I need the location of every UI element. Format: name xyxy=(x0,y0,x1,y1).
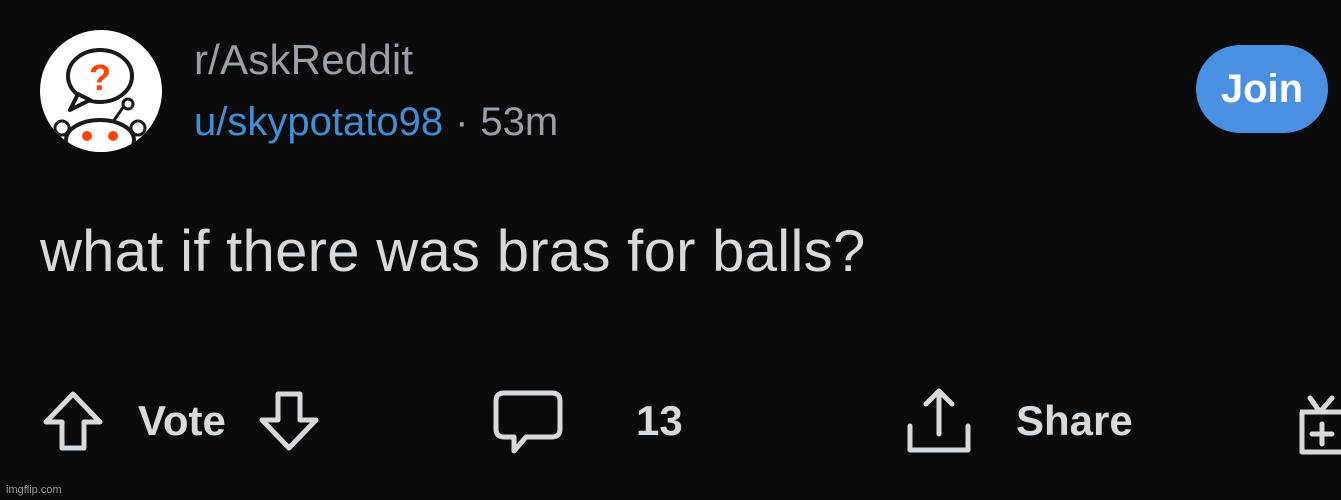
comment-count: 13 xyxy=(636,397,683,444)
share-label: Share xyxy=(1016,397,1133,444)
post-meta: u/skypotato98 · 53m xyxy=(194,100,558,145)
downvote-button[interactable] xyxy=(254,381,324,461)
watermark: imgflip.com xyxy=(6,484,62,496)
join-button[interactable]: Join xyxy=(1196,45,1328,133)
subreddit-avatar-icon: ? xyxy=(53,48,147,152)
upvote-button[interactable] xyxy=(38,381,108,461)
award-button[interactable] xyxy=(1290,376,1341,466)
vote-label: Vote xyxy=(138,397,226,444)
upvote-arrow-icon xyxy=(43,391,103,451)
comment-bubble-icon xyxy=(493,390,563,454)
subreddit-name[interactable]: r/AskReddit xyxy=(194,36,413,84)
award-gift-icon xyxy=(1299,395,1341,455)
svg-text:?: ? xyxy=(89,57,111,98)
author-username[interactable]: u/skypotato98 xyxy=(194,100,443,144)
share-button[interactable]: Share xyxy=(900,376,1133,466)
share-icon xyxy=(907,388,971,453)
post-action-bar: Vote 13 Share xyxy=(0,376,1341,466)
downvote-arrow-icon xyxy=(259,391,319,451)
subreddit-avatar[interactable]: ? xyxy=(40,30,162,152)
meta-separator: · xyxy=(455,100,469,144)
vote-group: Vote xyxy=(38,376,324,466)
comments-button[interactable]: 13 xyxy=(490,376,683,466)
post-age: 53m xyxy=(480,100,559,144)
post-title[interactable]: what if there was bras for balls? xyxy=(40,218,866,285)
